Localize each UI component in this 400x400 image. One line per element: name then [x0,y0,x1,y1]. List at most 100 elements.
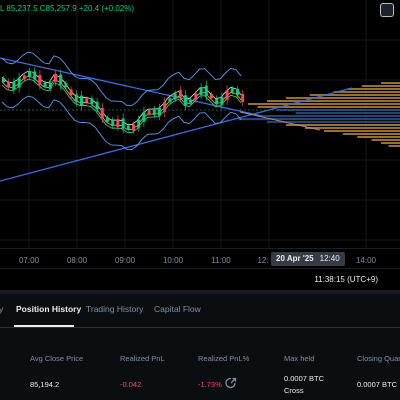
cursor-time-label: 20 Apr '25 12:40 [271,252,345,266]
chart-area[interactable]: L 85,237.5 C85,257.9 +20.4 (+0.02%) 07:0… [0,0,400,268]
time-axis[interactable]: 07:00 08:00 09:00 10:00 11:00 12: 14:00 … [0,248,400,268]
candle [225,89,229,100]
utc-clock[interactable]: 11:38:15 (UTC+9) [314,275,378,284]
volume-profile-bar [343,133,400,135]
volume-profile-bar [286,97,400,99]
tabs-divider [0,327,400,328]
candle [147,110,151,115]
realized-pnl-pct-value: -1.73% [198,380,222,389]
candle [90,98,94,105]
candle [236,88,239,95]
volume-profile-bar [347,88,400,90]
orders-panel: y Position History Trading History Capit… [0,290,400,400]
candle [189,99,193,104]
candle [64,83,68,88]
candle [69,89,73,96]
price-chart[interactable] [0,0,400,248]
volume-profile-bar [238,118,400,120]
candle [132,124,135,131]
chart-settings-button[interactable] [380,3,394,17]
candle [17,77,21,88]
volume-profile-bar [381,82,400,84]
candle [137,119,141,128]
bollinger-upper [1,51,242,106]
volume-profile-bar [381,142,400,144]
ohlc-readout: L 85,237.5 C85,257.9 +20.4 (+0.02%) [0,4,135,13]
tab-trading-history[interactable]: Trading History [86,304,143,314]
moving-average-white [1,70,242,125]
candle [54,73,57,82]
time-tick: 07:00 [18,256,40,265]
realized-pnl-value: -0.042 [120,380,142,389]
candle [158,107,161,116]
time-tick: 12: [257,256,269,265]
candle [33,71,37,80]
volume-profile-bar [267,100,400,102]
time-tick: 09:00 [114,256,136,265]
volume-profile-bar [357,136,400,138]
time-tick: 10:00 [162,256,184,265]
tab-capital-flow[interactable]: Capital Flow [154,304,201,314]
time-tick: 11:00 [211,256,231,265]
chart-footer: 11:38:15 (UTC+9) [0,268,400,290]
candle [28,71,31,78]
candle [2,78,5,82]
volume-profile-bar [333,91,400,93]
col-max-held: Max held [284,354,315,363]
candle [241,93,245,102]
candle [142,111,146,122]
candle [210,94,213,99]
candle [85,98,89,103]
volume-profile-bar [388,145,400,147]
volume-profile-bar [248,103,400,105]
candle [215,98,219,105]
volume-profile-bar [305,127,400,129]
candle [163,102,167,113]
candle [106,117,109,122]
cursor-date: 20 Apr '25 [276,254,314,263]
candle [95,101,99,110]
closing-quantity-value: 0.0007 BTC [357,380,398,389]
col-realized-pnl: Realized PnL [120,354,165,363]
candle [173,93,177,100]
volume-profile-bar [257,115,400,117]
candle [48,82,52,89]
candle [121,118,125,129]
candle [184,95,187,106]
candle [100,107,104,118]
volume-profile-bar [371,139,400,141]
candle [204,85,208,96]
panel-tabs: y Position History Trading History Capit… [0,298,400,328]
max-held-mode: Cross [284,386,304,395]
max-held-value: 0.0007 BTC [284,374,325,383]
tab-previous[interactable]: y [0,304,3,314]
candle [199,87,203,96]
candle [43,82,47,87]
candle [126,125,130,130]
col-closing-quantity: Closing Quant [357,354,400,363]
volume-profile-bar [295,112,400,114]
candle [111,119,115,126]
time-tick: 14:00 [355,256,377,265]
descending-trendline [0,57,263,117]
candle [7,81,11,88]
cursor-time: 12:40 [319,254,340,263]
share-icon[interactable] [224,376,238,390]
candle [230,88,234,93]
candle [220,96,224,105]
candle [38,75,42,86]
candle [22,75,26,80]
candle [116,119,120,128]
candle [12,81,16,90]
time-tick: 08:00 [66,256,88,265]
candle [74,94,78,103]
tab-position-history[interactable]: Position History [16,304,81,314]
col-avg-close-price: Avg Close Price [30,354,84,363]
col-realized-pnl-pct: Realized PnL% [198,354,250,363]
candle [59,74,63,85]
volume-profile-bar [324,130,400,132]
candle [80,95,83,106]
avg-close-price-value: 85,194.2 [30,380,60,389]
candle [178,90,182,99]
candle [168,98,172,103]
